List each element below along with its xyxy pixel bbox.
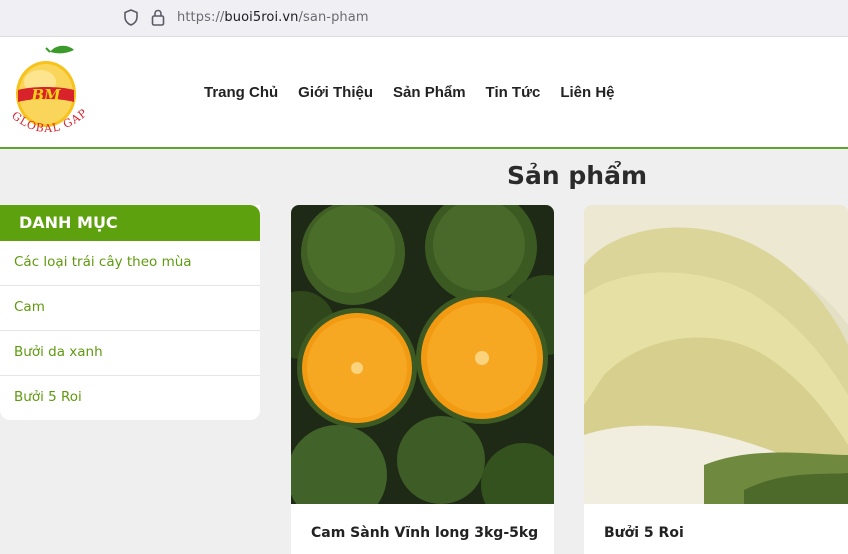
url-path: /san-pham — [298, 10, 369, 25]
sidebar-item-cam[interactable]: Cam — [0, 286, 260, 331]
nav-san-pham[interactable]: Sản Phẩm — [393, 84, 466, 101]
category-sidebar: DANH MỤC Các loại trái cây theo mùa Cam … — [0, 205, 260, 420]
url-host: buoi5roi.vn — [224, 10, 299, 25]
shield-icon[interactable] — [124, 9, 138, 26]
product-title[interactable]: Bưởi 5 Roi — [604, 525, 684, 541]
main-nav: Trang Chủ Giới Thiệu Sản Phẩm Tin Tức Li… — [204, 84, 635, 101]
product-card[interactable]: Bưởi 5 Roi — [584, 205, 848, 554]
nav-tin-tuc[interactable]: Tin Tức — [486, 84, 541, 101]
url-text[interactable]: https://buoi5roi.vn/san-pham — [177, 10, 369, 25]
browser-toolbar: https://buoi5roi.vn/san-pham — [0, 0, 848, 37]
page-title: Sản phẩm — [507, 161, 647, 190]
url-scheme: https:// — [177, 10, 225, 25]
product-card[interactable]: Cam Sành Vĩnh long 3kg-5kg — [291, 205, 554, 554]
site-header: BM GLOBAL GAP Trang Chủ Giới Thiệu Sản P… — [0, 37, 848, 149]
nav-gioi-thieu[interactable]: Giới Thiệu — [298, 84, 373, 101]
product-title[interactable]: Cam Sành Vĩnh long 3kg-5kg — [311, 525, 538, 541]
site-logo[interactable]: BM GLOBAL GAP — [2, 42, 98, 142]
product-image-pomelo[interactable] — [584, 205, 848, 504]
nav-trang-chu[interactable]: Trang Chủ — [204, 84, 278, 101]
sidebar-item-buoi-5-roi[interactable]: Bưởi 5 Roi — [0, 376, 260, 420]
lock-icon[interactable] — [151, 9, 165, 26]
sidebar-item-buoi-da-xanh[interactable]: Bưởi da xanh — [0, 331, 260, 376]
nav-lien-he[interactable]: Liên Hệ — [560, 84, 614, 101]
logo-monogram: BM — [30, 86, 61, 104]
product-image-oranges[interactable] — [291, 205, 554, 504]
sidebar-item-seasonal-fruit[interactable]: Các loại trái cây theo mùa — [0, 241, 260, 286]
sidebar-heading: DANH MỤC — [0, 205, 260, 241]
